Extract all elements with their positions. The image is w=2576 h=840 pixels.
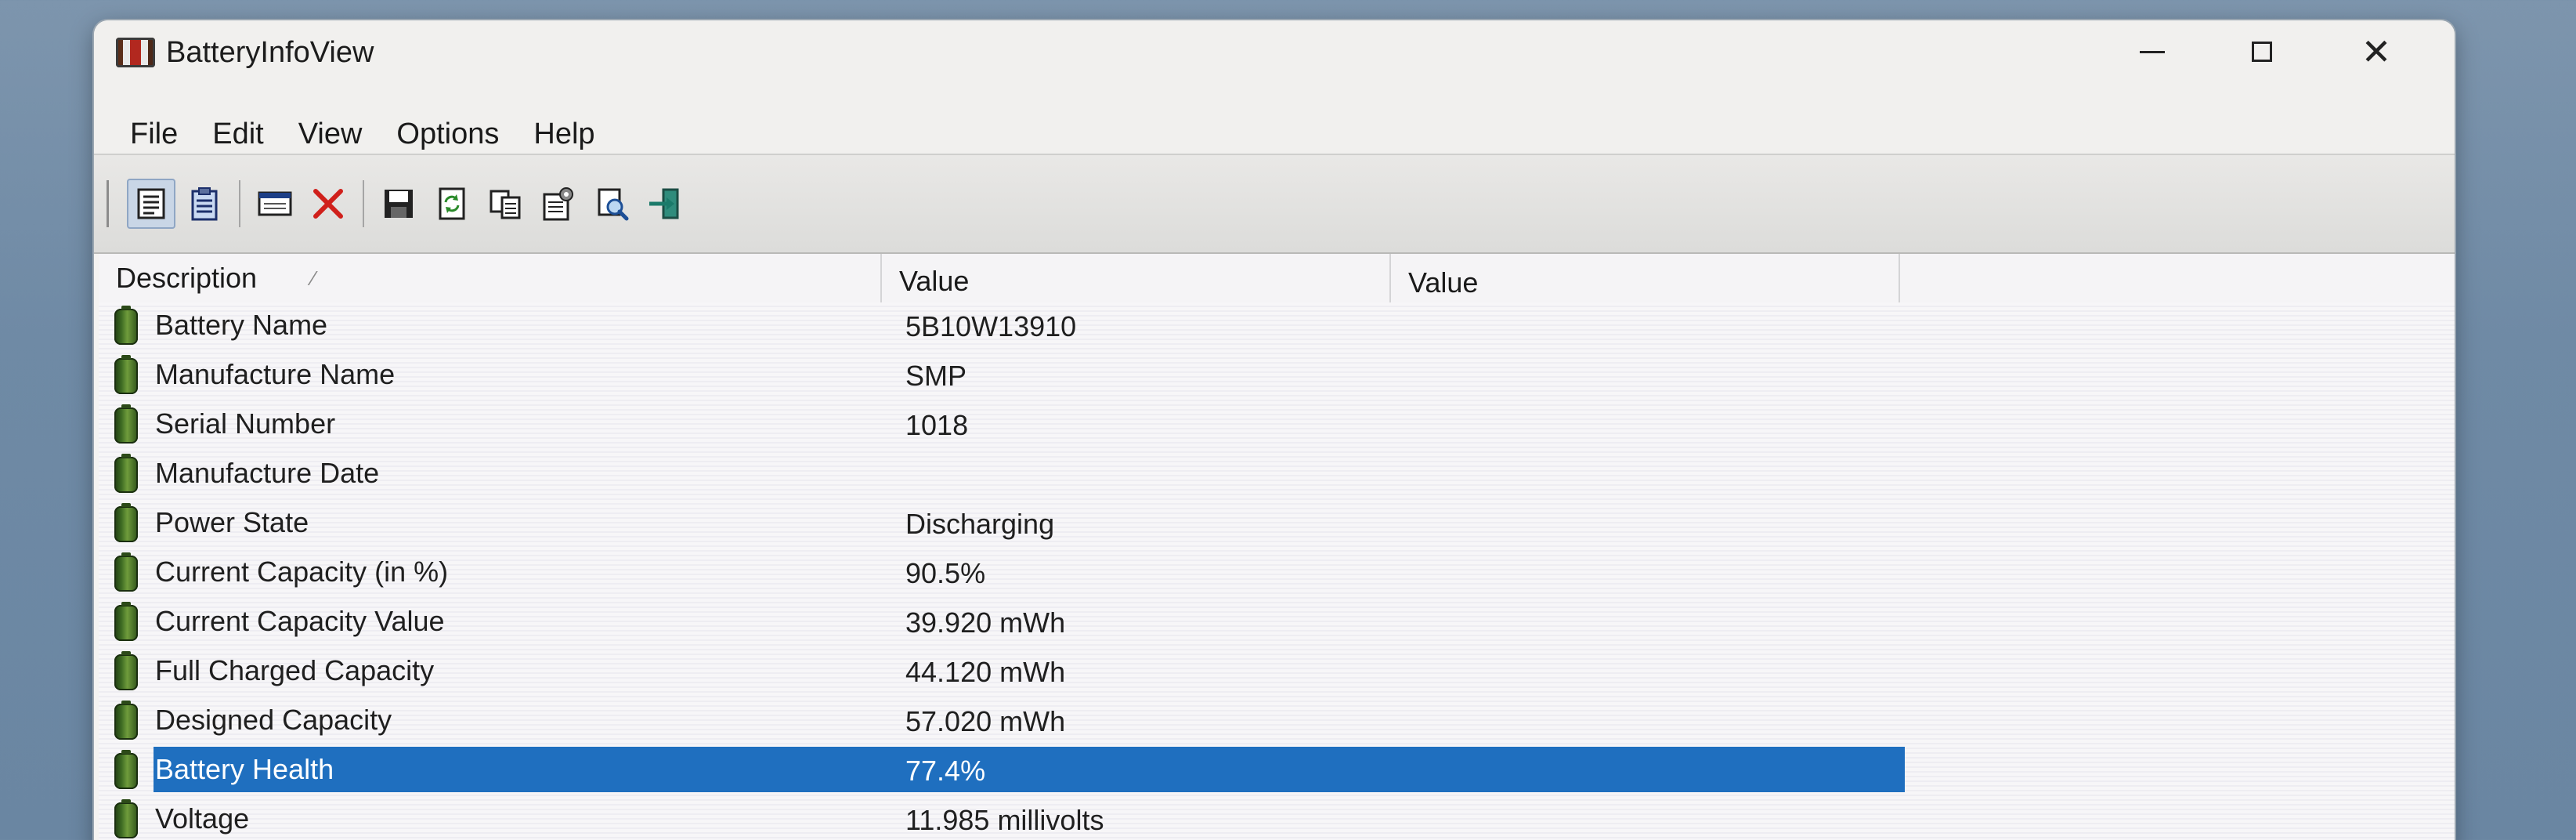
- list-item[interactable]: Serial Number 1018: [99, 401, 2455, 451]
- list-item[interactable]: Designed Capacity 57.020 mWh: [99, 697, 2455, 747]
- row-value: 90.5%: [905, 557, 986, 589]
- list-item[interactable]: Voltage 11.985 millivolts: [99, 796, 2455, 840]
- list-rows: Battery Name 5B10W13910 Manufacture Name…: [99, 302, 2455, 840]
- list-item[interactable]: Current Capacity (in %) 90.5%: [99, 549, 2455, 599]
- battery-icon: [114, 306, 138, 345]
- toolbar: [94, 154, 2455, 254]
- battery-icon: [114, 651, 138, 690]
- save-icon: [385, 190, 413, 218]
- row-description: Current Capacity Value: [155, 605, 445, 637]
- toolbar-grip[interactable]: [107, 180, 114, 227]
- row-description: Full Charged Capacity: [155, 654, 435, 686]
- list-item[interactable]: Power State Discharging: [99, 500, 2455, 549]
- battery-icon: [114, 799, 138, 838]
- menu-edit[interactable]: Edit: [195, 99, 280, 151]
- row-description: Manufacture Name: [155, 358, 396, 390]
- selection-highlight: [154, 747, 1905, 792]
- properties-button[interactable]: [127, 179, 175, 229]
- maximize-button[interactable]: [2207, 20, 2317, 83]
- battery-app-icon: [116, 38, 155, 67]
- toolbar-separator: [363, 180, 364, 227]
- column-header-value[interactable]: Value: [882, 254, 1391, 302]
- window-icon: [258, 191, 292, 216]
- title-bar[interactable]: BatteryInfoView ✕: [94, 20, 2455, 99]
- battery-icon: [114, 701, 138, 740]
- refresh-icon: [439, 187, 465, 220]
- copy-icon: [490, 190, 521, 219]
- row-value: Discharging: [905, 508, 1055, 540]
- find-button[interactable]: [587, 179, 636, 229]
- window-title: BatteryInfoView: [166, 36, 374, 69]
- row-description: Battery Health: [155, 753, 334, 785]
- list-item-selected[interactable]: Battery Health 77.4%: [99, 747, 2455, 796]
- save-button[interactable]: [374, 179, 423, 229]
- row-description: Voltage: [155, 802, 250, 835]
- list-item[interactable]: Battery Name 5B10W13910: [99, 302, 2455, 352]
- sort-indicator-icon: ⁄: [312, 266, 316, 290]
- clipboard-report-icon: [191, 187, 218, 221]
- menu-options[interactable]: Options: [379, 99, 516, 151]
- minimize-icon: [2140, 50, 2165, 53]
- row-value: 39.920 mWh: [905, 606, 1066, 639]
- copy-button[interactable]: [481, 179, 529, 229]
- options-button[interactable]: [534, 179, 583, 229]
- row-value: SMP: [905, 360, 967, 392]
- column-header-description[interactable]: Description ⁄: [99, 254, 882, 302]
- close-icon: ✕: [2361, 31, 2392, 73]
- row-value: 5B10W13910: [905, 310, 1077, 342]
- column-header-label: Description: [116, 262, 258, 294]
- menu-help[interactable]: Help: [516, 99, 612, 151]
- report-button[interactable]: [180, 179, 229, 229]
- menu-file[interactable]: File: [113, 99, 195, 151]
- column-header-label: Value: [1408, 266, 1479, 299]
- close-button[interactable]: ✕: [2321, 20, 2431, 83]
- properties-icon: [137, 188, 165, 219]
- delete-button[interactable]: [304, 179, 352, 229]
- list-item[interactable]: Current Capacity Value 39.920 mWh: [99, 599, 2455, 648]
- find-icon: [598, 188, 629, 221]
- toolbar-separator: [239, 180, 240, 227]
- row-description: Designed Capacity: [155, 704, 392, 736]
- column-header-value-2[interactable]: Value: [1391, 254, 1900, 302]
- row-description: Power State: [155, 506, 309, 538]
- battery-icon: [114, 552, 138, 592]
- battery-icon: [114, 503, 138, 542]
- row-value: 1018: [905, 409, 969, 441]
- row-value: 44.120 mWh: [905, 656, 1066, 688]
- list-item[interactable]: Full Charged Capacity 44.120 mWh: [99, 648, 2455, 697]
- column-header-label: Value: [899, 265, 970, 297]
- app-window: BatteryInfoView ✕ File Edit View Options…: [94, 20, 2455, 840]
- battery-info-list[interactable]: Description ⁄ Value Value Battery Name 5…: [99, 254, 2455, 840]
- row-description: Current Capacity (in %): [155, 556, 449, 588]
- battery-icon: [114, 355, 138, 394]
- refresh-button[interactable]: [428, 179, 476, 229]
- window-button[interactable]: [251, 179, 299, 229]
- options-icon: [543, 187, 573, 221]
- list-header: Description ⁄ Value Value: [99, 254, 2455, 302]
- exit-icon: [649, 188, 679, 219]
- minimize-button[interactable]: [2097, 20, 2207, 83]
- battery-icon: [114, 404, 138, 444]
- battery-icon: [114, 454, 138, 493]
- menu-view[interactable]: View: [281, 99, 380, 151]
- delete-icon: [313, 189, 343, 219]
- row-value: 11.985 millivolts: [905, 804, 1104, 836]
- exit-button[interactable]: [641, 179, 689, 229]
- row-description: Battery Name: [155, 309, 328, 341]
- row-value: 57.020 mWh: [905, 705, 1066, 737]
- maximize-icon: [2252, 42, 2272, 62]
- list-item[interactable]: Manufacture Date: [99, 451, 2455, 500]
- battery-icon: [114, 750, 138, 789]
- row-description: Serial Number: [155, 407, 336, 440]
- battery-icon: [114, 602, 138, 641]
- row-description: Manufacture Date: [155, 457, 380, 489]
- list-item[interactable]: Manufacture Name SMP: [99, 352, 2455, 401]
- row-value: 77.4%: [905, 755, 986, 787]
